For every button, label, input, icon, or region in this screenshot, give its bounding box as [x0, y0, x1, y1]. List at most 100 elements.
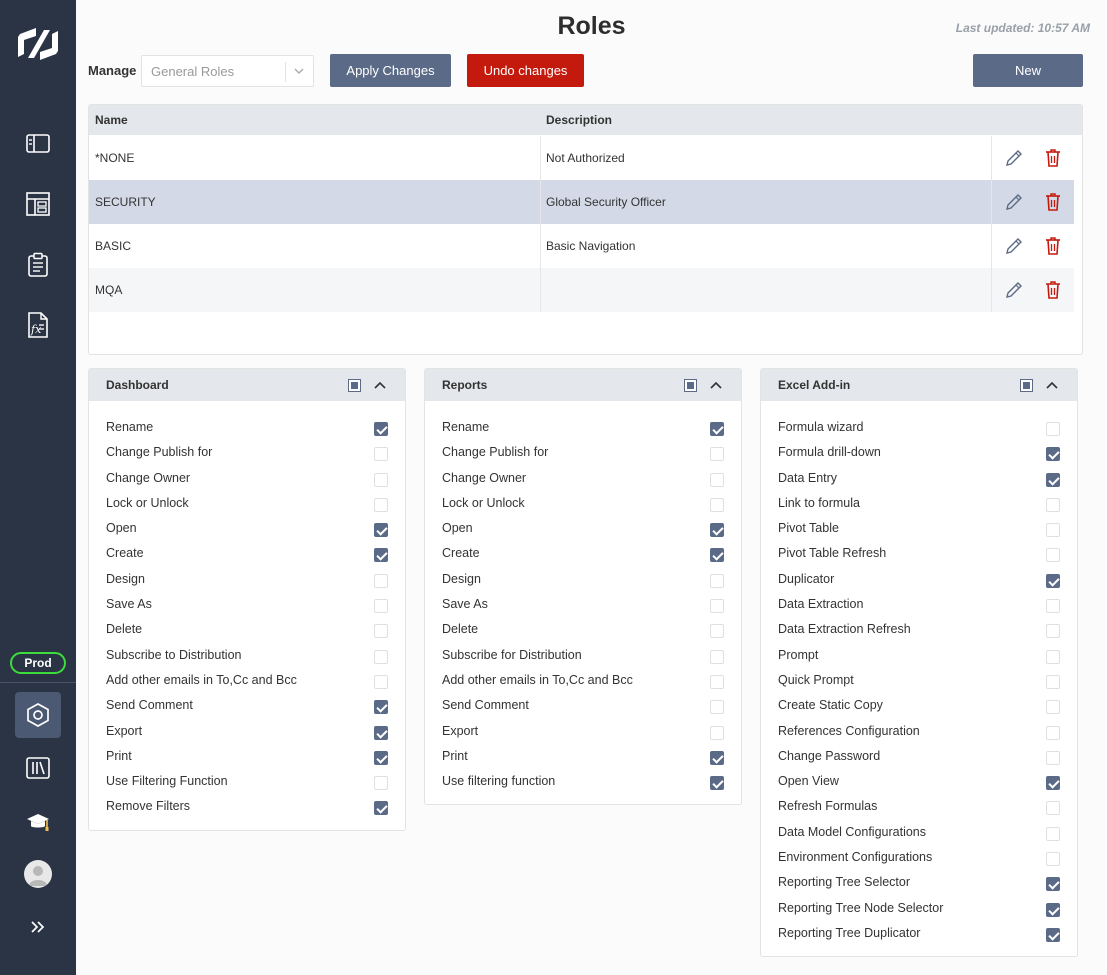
delete-trash-icon[interactable]	[1044, 192, 1062, 212]
permission-checkbox[interactable]	[1046, 750, 1060, 765]
permission-checkbox[interactable]	[374, 700, 388, 715]
permission-checkbox[interactable]	[1046, 877, 1060, 892]
clipboard-icon[interactable]	[22, 249, 54, 281]
permission-checkbox[interactable]	[710, 599, 724, 614]
permission-label: Create Static Copy	[778, 698, 883, 713]
permission-label: Rename	[106, 420, 154, 434]
permission-label: Formula drill-down	[778, 445, 881, 460]
permission-checkbox[interactable]	[1046, 826, 1060, 841]
expand-icon[interactable]	[22, 911, 54, 943]
select-all-checkbox[interactable]	[684, 379, 697, 392]
permission-checkbox[interactable]	[1046, 497, 1060, 512]
permission-checkbox[interactable]	[710, 523, 724, 538]
chevron-down-icon[interactable]	[292, 64, 306, 78]
formula-doc-icon[interactable]: fx	[22, 309, 54, 341]
panel-icon[interactable]	[22, 128, 54, 160]
permission-checkbox[interactable]	[1046, 700, 1060, 715]
permission-label: Design	[442, 571, 481, 586]
column-header-name[interactable]: Name	[95, 113, 128, 127]
permission-checkbox[interactable]	[1046, 725, 1060, 740]
permission-checkbox[interactable]	[1046, 776, 1060, 791]
permission-checkbox[interactable]	[374, 776, 388, 791]
permission-checkbox[interactable]	[1046, 852, 1060, 867]
panel-title: Dashboard	[106, 378, 169, 392]
permission-checkbox[interactable]	[710, 725, 724, 740]
permission-checkbox[interactable]	[1046, 573, 1060, 588]
column-header-description[interactable]: Description	[546, 113, 612, 127]
permission-checkbox[interactable]	[1046, 599, 1060, 614]
permission-checkbox[interactable]	[374, 523, 388, 538]
permission-checkbox[interactable]	[710, 447, 724, 462]
permission-label: Change Publish for	[106, 445, 213, 460]
dashboard-icon[interactable]	[22, 188, 54, 220]
permission-checkbox[interactable]	[1046, 902, 1060, 917]
permission-label: Add other emails in To,Cc and Bcc	[442, 672, 633, 687]
select-all-checkbox[interactable]	[348, 379, 361, 392]
edit-pencil-icon[interactable]	[1004, 280, 1024, 300]
permission-checkbox[interactable]	[710, 497, 724, 512]
select-all-checkbox[interactable]	[1020, 379, 1033, 392]
permission-checkbox[interactable]	[710, 750, 724, 765]
permission-item: Delete	[89, 619, 405, 644]
user-avatar-icon[interactable]	[24, 860, 52, 888]
permission-checkbox[interactable]	[374, 674, 388, 689]
delete-trash-icon[interactable]	[1044, 148, 1062, 168]
permission-checkbox[interactable]	[1046, 649, 1060, 664]
manage-select[interactable]: General Roles	[141, 55, 314, 87]
graduation-cap-icon[interactable]	[22, 806, 54, 838]
delete-trash-icon[interactable]	[1044, 236, 1062, 256]
permission-checkbox[interactable]	[374, 725, 388, 740]
permission-checkbox[interactable]	[710, 649, 724, 664]
table-row[interactable]: *NONE Not Authorized	[89, 136, 1074, 180]
permission-checkbox[interactable]	[374, 472, 388, 487]
table-row[interactable]: SECURITY Global Security Officer	[89, 180, 1074, 224]
permission-checkbox[interactable]	[710, 700, 724, 715]
permission-checkbox[interactable]	[1046, 801, 1060, 816]
permission-checkbox[interactable]	[374, 649, 388, 664]
edit-pencil-icon[interactable]	[1004, 192, 1024, 212]
permission-checkbox[interactable]	[710, 472, 724, 487]
permission-label: Send Comment	[106, 698, 193, 713]
permission-checkbox[interactable]	[1046, 472, 1060, 487]
permission-checkbox[interactable]	[374, 624, 388, 639]
permission-checkbox[interactable]	[1046, 927, 1060, 942]
settings-hexagon-icon[interactable]	[15, 692, 61, 738]
permission-checkbox[interactable]	[1046, 624, 1060, 639]
chevron-up-icon[interactable]	[373, 378, 387, 392]
new-role-button[interactable]: New	[973, 54, 1083, 87]
permission-checkbox[interactable]	[1046, 674, 1060, 689]
permission-item: Use Filtering Function	[89, 771, 405, 796]
delete-trash-icon[interactable]	[1044, 280, 1062, 300]
apply-changes-button[interactable]: Apply Changes	[330, 54, 451, 87]
table-row[interactable]: BASIC Basic Navigation	[89, 224, 1074, 268]
permission-item: Use filtering function	[425, 771, 741, 796]
permission-checkbox[interactable]	[710, 674, 724, 689]
permission-checkbox[interactable]	[374, 750, 388, 765]
permission-checkbox[interactable]	[710, 422, 724, 436]
chevron-up-icon[interactable]	[709, 378, 723, 392]
permission-checkbox[interactable]	[374, 573, 388, 588]
permission-checkbox[interactable]	[1046, 447, 1060, 462]
permission-checkbox[interactable]	[374, 801, 388, 816]
permission-checkbox[interactable]	[710, 624, 724, 639]
permission-item: Data Model Configurations	[761, 822, 1077, 847]
permission-checkbox[interactable]	[710, 573, 724, 588]
chevron-up-icon[interactable]	[1045, 378, 1059, 392]
table-row[interactable]: MQA	[89, 268, 1074, 312]
permission-checkbox[interactable]	[710, 548, 724, 563]
permission-checkbox[interactable]	[1046, 523, 1060, 538]
permission-checkbox[interactable]	[374, 599, 388, 614]
permission-checkbox[interactable]	[710, 776, 724, 791]
permission-label: Reporting Tree Selector	[778, 875, 911, 890]
permission-checkbox[interactable]	[374, 447, 388, 462]
permission-checkbox[interactable]	[1046, 548, 1060, 563]
edit-pencil-icon[interactable]	[1004, 236, 1024, 256]
permission-checkbox[interactable]	[374, 548, 388, 563]
permission-checkbox[interactable]	[374, 422, 388, 436]
edit-pencil-icon[interactable]	[1004, 148, 1024, 168]
library-icon[interactable]	[22, 752, 54, 784]
logo-icon[interactable]	[14, 24, 62, 64]
permission-checkbox[interactable]	[374, 497, 388, 512]
permission-checkbox[interactable]	[1046, 422, 1060, 436]
undo-changes-button[interactable]: Undo changes	[467, 54, 584, 87]
